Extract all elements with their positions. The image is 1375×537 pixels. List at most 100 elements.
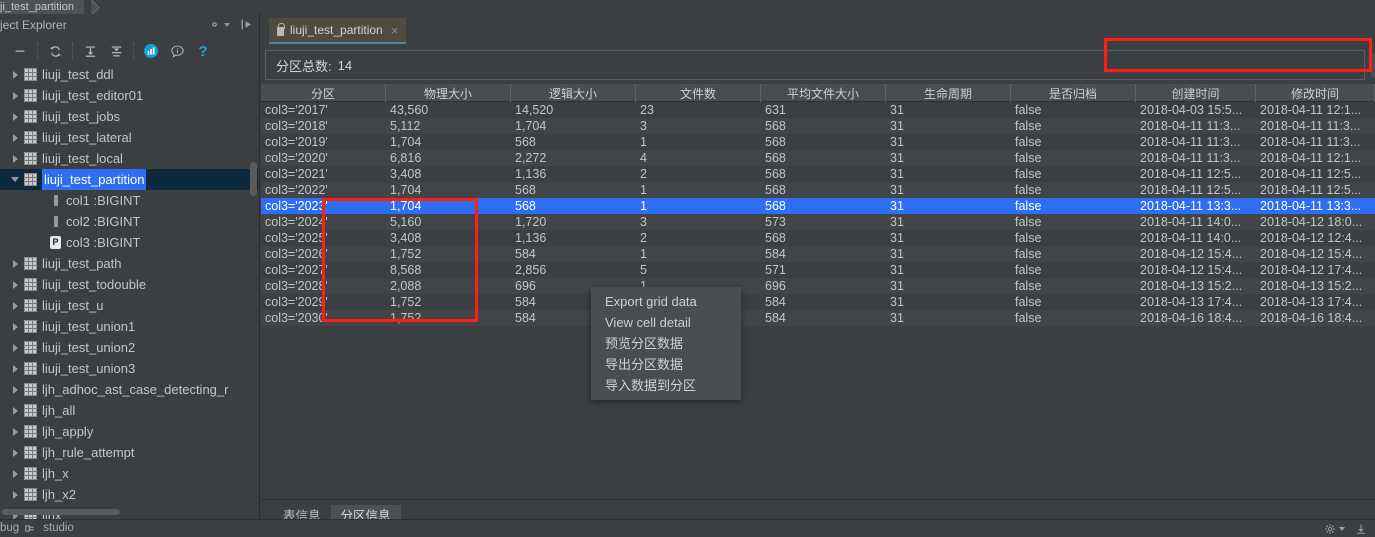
grid-cell-avg_file_size[interactable]: 571: [761, 262, 886, 278]
refresh-button[interactable]: [43, 40, 67, 62]
expand-all-button[interactable]: [78, 40, 102, 62]
grid-cell-life_cycle[interactable]: 31: [886, 182, 1011, 198]
grid-cell-avg_file_size[interactable]: 568: [761, 166, 886, 182]
grid-cell-modify_time[interactable]: 2018-04-11 11:3...: [1256, 134, 1375, 150]
tree-item[interactable]: ljh_x: [0, 463, 258, 484]
grid-cell-life_cycle[interactable]: 31: [886, 102, 1011, 118]
grid-cell-avg_file_size[interactable]: 584: [761, 310, 886, 326]
chevron-right-icon[interactable]: [8, 106, 22, 127]
chevron-right-icon[interactable]: [8, 127, 22, 148]
tree-item[interactable]: liuji_test_local: [0, 148, 258, 169]
grid-cell-physical_size[interactable]: 2,088: [386, 278, 511, 294]
table-row[interactable]: col3='2019' 1,704 568 1 568 31 false 2018-04-11…: [261, 134, 1375, 150]
grid-cell-modify_time[interactable]: 2018-04-12 12:4...: [1256, 230, 1375, 246]
grid-cell-archived[interactable]: false: [1011, 294, 1136, 310]
grid-cell-physical_size[interactable]: 6,816: [386, 150, 511, 166]
grid-cell-logical_size[interactable]: 584: [511, 246, 636, 262]
grid-cell-create_time[interactable]: 2018-04-03 15:5...: [1136, 102, 1256, 118]
chevron-right-icon[interactable]: [8, 253, 22, 274]
chevron-right-icon[interactable]: [8, 463, 22, 484]
grid-column-header-life_cycle[interactable]: 生命周期: [886, 84, 1011, 102]
tree-item[interactable]: col1 :BIGINT: [0, 190, 258, 211]
table-row[interactable]: col3='2021' 3,408 1,136 2 568 31 false 2018-04-…: [261, 166, 1375, 182]
chevron-right-icon[interactable]: [8, 400, 22, 421]
grid-cell-archived[interactable]: false: [1011, 182, 1136, 198]
grid-cell-modify_time[interactable]: 2018-04-11 12:1...: [1256, 102, 1375, 118]
grid-column-header-physical_size[interactable]: 物理大小: [386, 84, 511, 102]
tree-item[interactable]: liuji_test_todouble: [0, 274, 258, 295]
grid-cell-physical_size[interactable]: 1,752: [386, 246, 511, 262]
grid-cell-physical_size[interactable]: 1,752: [386, 294, 511, 310]
grid-cell-physical_size[interactable]: 8,568: [386, 262, 511, 278]
grid-cell-physical_size[interactable]: 43,560: [386, 102, 511, 118]
grid-column-header-partition[interactable]: 分区: [261, 84, 386, 102]
tree-item[interactable]: liuji_test_ddl: [0, 64, 258, 85]
grid-cell-partition[interactable]: col3='2019': [261, 134, 386, 150]
chevron-right-icon[interactable]: [8, 421, 22, 442]
close-icon[interactable]: ×: [391, 24, 399, 37]
tree-item[interactable]: liuji_test_path: [0, 253, 258, 274]
context-menu-item[interactable]: 导入数据到分区: [591, 375, 741, 396]
context-menu-item[interactable]: 导出分区数据: [591, 354, 741, 375]
grid-cell-create_time[interactable]: 2018-04-11 12:5...: [1136, 166, 1256, 182]
collapse-panel-icon[interactable]: [240, 18, 253, 31]
tree-item[interactable]: ljh_x2: [0, 484, 258, 505]
grid-cell-life_cycle[interactable]: 31: [886, 262, 1011, 278]
grid-cell-physical_size[interactable]: 1,752: [386, 310, 511, 326]
grid-column-header-logical_size[interactable]: 逻辑大小: [511, 84, 636, 102]
grid-cell-partition[interactable]: col3='2028': [261, 278, 386, 294]
table-row[interactable]: col3='2022' 1,704 568 1 568 31 false 2018-04-11…: [261, 182, 1375, 198]
grid-cell-modify_time[interactable]: 2018-04-11 12:5...: [1256, 166, 1375, 182]
chevron-right-icon[interactable]: [8, 274, 22, 295]
grid-cell-physical_size[interactable]: 5,160: [386, 214, 511, 230]
grid-cell-logical_size[interactable]: 2,856: [511, 262, 636, 278]
grid-cell-archived[interactable]: false: [1011, 118, 1136, 134]
chevron-down-icon[interactable]: [224, 22, 230, 27]
grid-cell-avg_file_size[interactable]: 568: [761, 230, 886, 246]
grid-cell-archived[interactable]: false: [1011, 230, 1136, 246]
collapse-tree-button[interactable]: [104, 40, 128, 62]
grid-cell-partition[interactable]: col3='2024': [261, 214, 386, 230]
grid-cell-file_count[interactable]: 2: [636, 166, 761, 182]
tree-item[interactable]: liuji_test_editor01: [0, 85, 258, 106]
grid-cell-archived[interactable]: false: [1011, 166, 1136, 182]
settings-gear-icon[interactable]: [208, 18, 230, 31]
grid-cell-create_time[interactable]: 2018-04-13 17:4...: [1136, 294, 1256, 310]
grid-cell-create_time[interactable]: 2018-04-11 11:3...: [1136, 118, 1256, 134]
tab-liuji-test-partition[interactable]: liuji_test_partition ×: [269, 18, 407, 44]
tree-item[interactable]: liuji_test_u: [0, 295, 258, 316]
grid-cell-modify_time[interactable]: 2018-04-11 11:3...: [1256, 118, 1375, 134]
table-row[interactable]: col3='2023' 1,704 568 1 568 31 false 2018-04-11…: [261, 198, 1375, 214]
grid-cell-life_cycle[interactable]: 31: [886, 150, 1011, 166]
tree-vertical-scrollbar[interactable]: [250, 162, 257, 196]
help-question-button[interactable]: ?: [191, 40, 215, 62]
chevron-right-icon[interactable]: [8, 85, 22, 106]
collapse-all-button[interactable]: [8, 40, 32, 62]
grid-cell-life_cycle[interactable]: 31: [886, 278, 1011, 294]
grid-cell-physical_size[interactable]: 3,408: [386, 230, 511, 246]
grid-cell-archived[interactable]: false: [1011, 102, 1136, 118]
grid-cell-partition[interactable]: col3='2029': [261, 294, 386, 310]
chevron-right-icon[interactable]: [8, 358, 22, 379]
tree-horizontal-scrollbar[interactable]: [2, 509, 120, 515]
tree-item[interactable]: col2 :BIGINT: [0, 211, 258, 232]
table-row[interactable]: col3='2027' 8,568 2,856 5 571 31 false 2018-04-…: [261, 262, 1375, 278]
tree-item[interactable]: liuji_test_lateral: [0, 127, 258, 148]
tree-item[interactable]: liuji_test_union2: [0, 337, 258, 358]
grid-cell-create_time[interactable]: 2018-04-12 15:4...: [1136, 262, 1256, 278]
grid-cell-physical_size[interactable]: 3,408: [386, 166, 511, 182]
grid-cell-file_count[interactable]: 2: [636, 230, 761, 246]
grid-cell-logical_size[interactable]: 14,520: [511, 102, 636, 118]
grid-cell-archived[interactable]: false: [1011, 198, 1136, 214]
grid-cell-modify_time[interactable]: 2018-04-11 13:3...: [1256, 198, 1375, 214]
table-row[interactable]: col3='2025' 3,408 1,136 2 568 31 false 2018-04-…: [261, 230, 1375, 246]
grid-cell-create_time[interactable]: 2018-04-11 12:5...: [1136, 182, 1256, 198]
grid-cell-create_time[interactable]: 2018-04-12 15:4...: [1136, 246, 1256, 262]
grid-cell-partition[interactable]: col3='2021': [261, 166, 386, 182]
grid-cell-logical_size[interactable]: 1,136: [511, 166, 636, 182]
grid-refresh-button[interactable]: [1371, 53, 1375, 77]
chevron-right-icon[interactable]: [8, 337, 22, 358]
grid-cell-archived[interactable]: false: [1011, 150, 1136, 166]
grid-cell-physical_size[interactable]: 1,704: [386, 134, 511, 150]
grid-cell-partition[interactable]: col3='2020': [261, 150, 386, 166]
